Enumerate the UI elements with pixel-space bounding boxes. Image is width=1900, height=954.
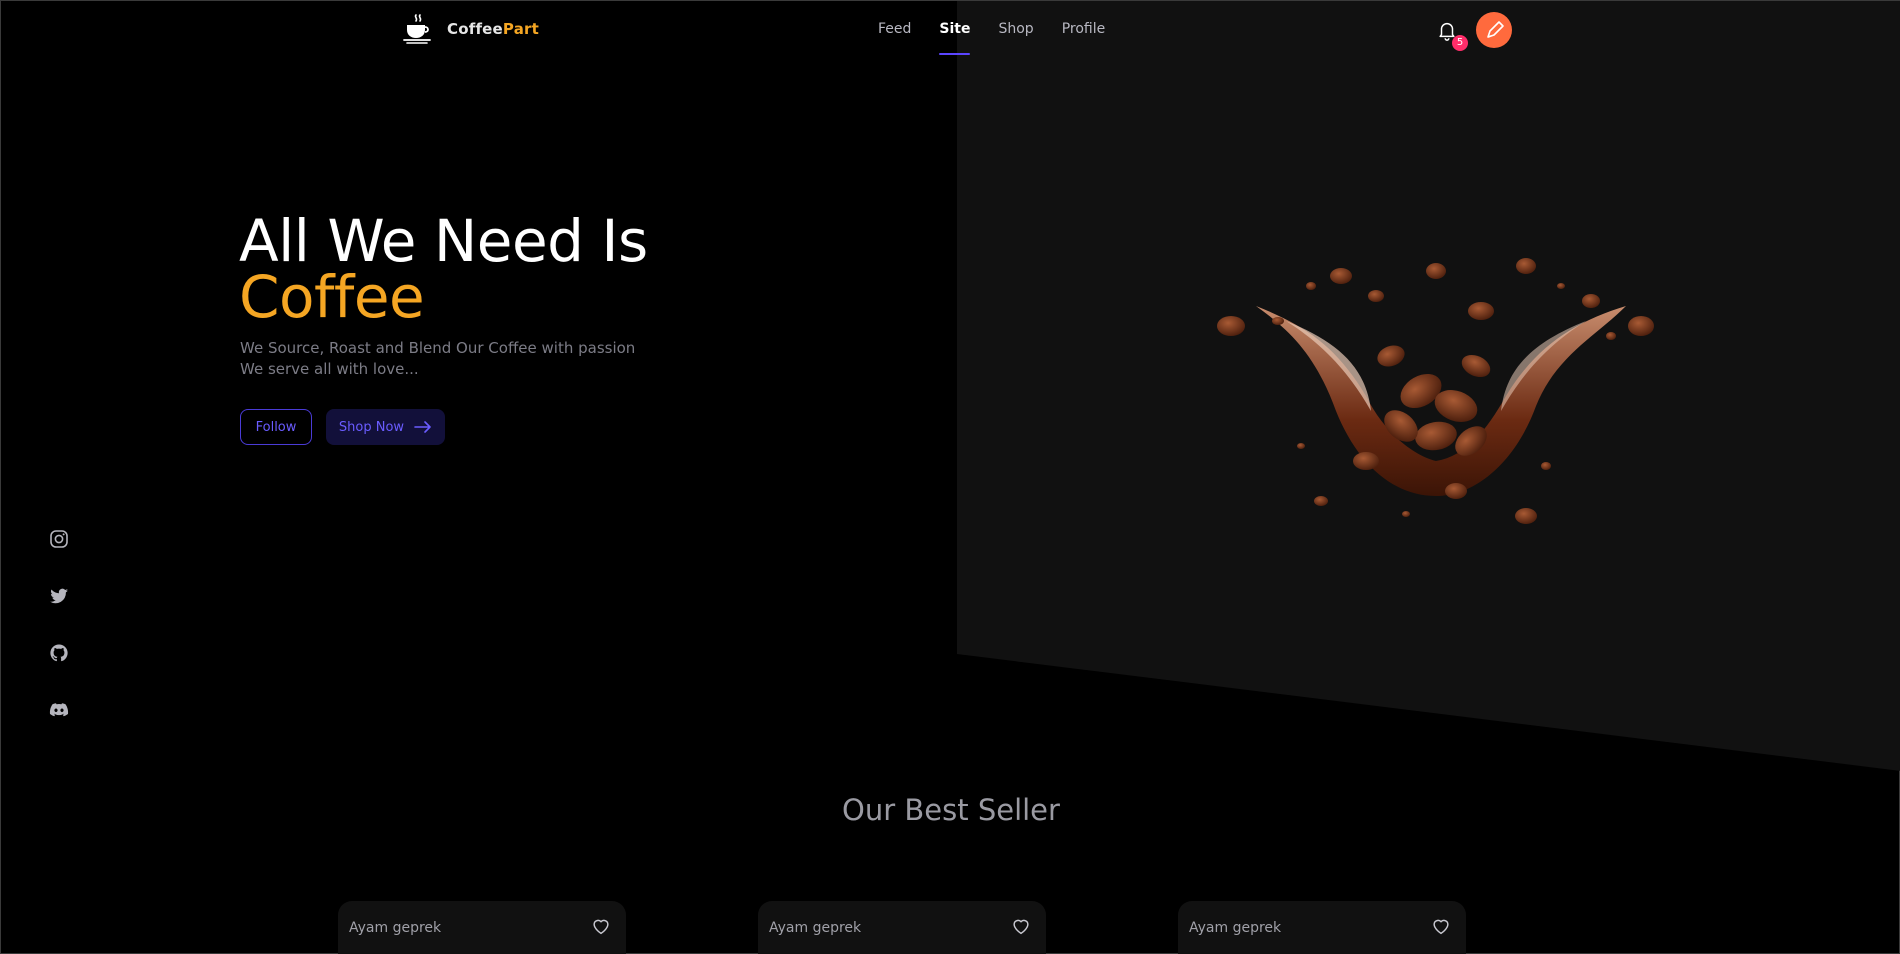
shop-now-button[interactable]: Shop Now: [326, 409, 445, 445]
product-card[interactable]: Ayam geprek: [338, 901, 626, 954]
brand-name-part1: Coffee: [447, 20, 503, 38]
product-name: Ayam geprek: [1189, 920, 1282, 936]
heart-icon[interactable]: [1430, 915, 1452, 937]
product-card[interactable]: Ayam geprek: [758, 901, 1046, 954]
hero-title-line2: Coffee: [239, 263, 425, 331]
brand-name-part2: Part: [502, 20, 540, 38]
pen-icon: [1487, 21, 1504, 38]
nav-item-site[interactable]: Site: [932, 1, 977, 57]
discord-icon[interactable]: [49, 700, 69, 720]
follow-button-label: Follow: [255, 419, 297, 435]
heart-icon[interactable]: [590, 915, 612, 937]
main-nav: Feed Site Shop Profile: [871, 1, 1112, 57]
brand-name: CoffeePart: [447, 20, 539, 38]
follow-button[interactable]: Follow: [240, 409, 312, 445]
instagram-icon[interactable]: [49, 529, 69, 549]
brand-logo[interactable]: CoffeePart: [401, 13, 539, 45]
nav-item-profile[interactable]: Profile: [1055, 1, 1113, 57]
heart-icon[interactable]: [1010, 915, 1032, 937]
nav-item-shop[interactable]: Shop: [991, 1, 1040, 57]
product-name: Ayam geprek: [769, 920, 862, 936]
nav-item-feed[interactable]: Feed: [871, 1, 918, 57]
product-card[interactable]: Ayam geprek: [1178, 901, 1466, 954]
product-name: Ayam geprek: [349, 920, 442, 936]
hero-subtitle-line2: We serve all with love...: [240, 360, 419, 378]
notification-badge: 5: [1452, 35, 1468, 51]
github-icon[interactable]: [49, 643, 69, 663]
shop-now-label: Shop Now: [338, 419, 405, 435]
coffee-cup-icon: [403, 14, 431, 44]
best-seller-title: Our Best Seller: [842, 793, 1060, 827]
arrow-right-icon: [414, 421, 431, 433]
twitter-icon[interactable]: [49, 586, 69, 606]
hero-subtitle-line1: We Source, Roast and Blend Our Coffee wi…: [240, 339, 636, 357]
avatar[interactable]: [1476, 12, 1512, 48]
coffee-splash-image: [1217, 258, 1654, 524]
